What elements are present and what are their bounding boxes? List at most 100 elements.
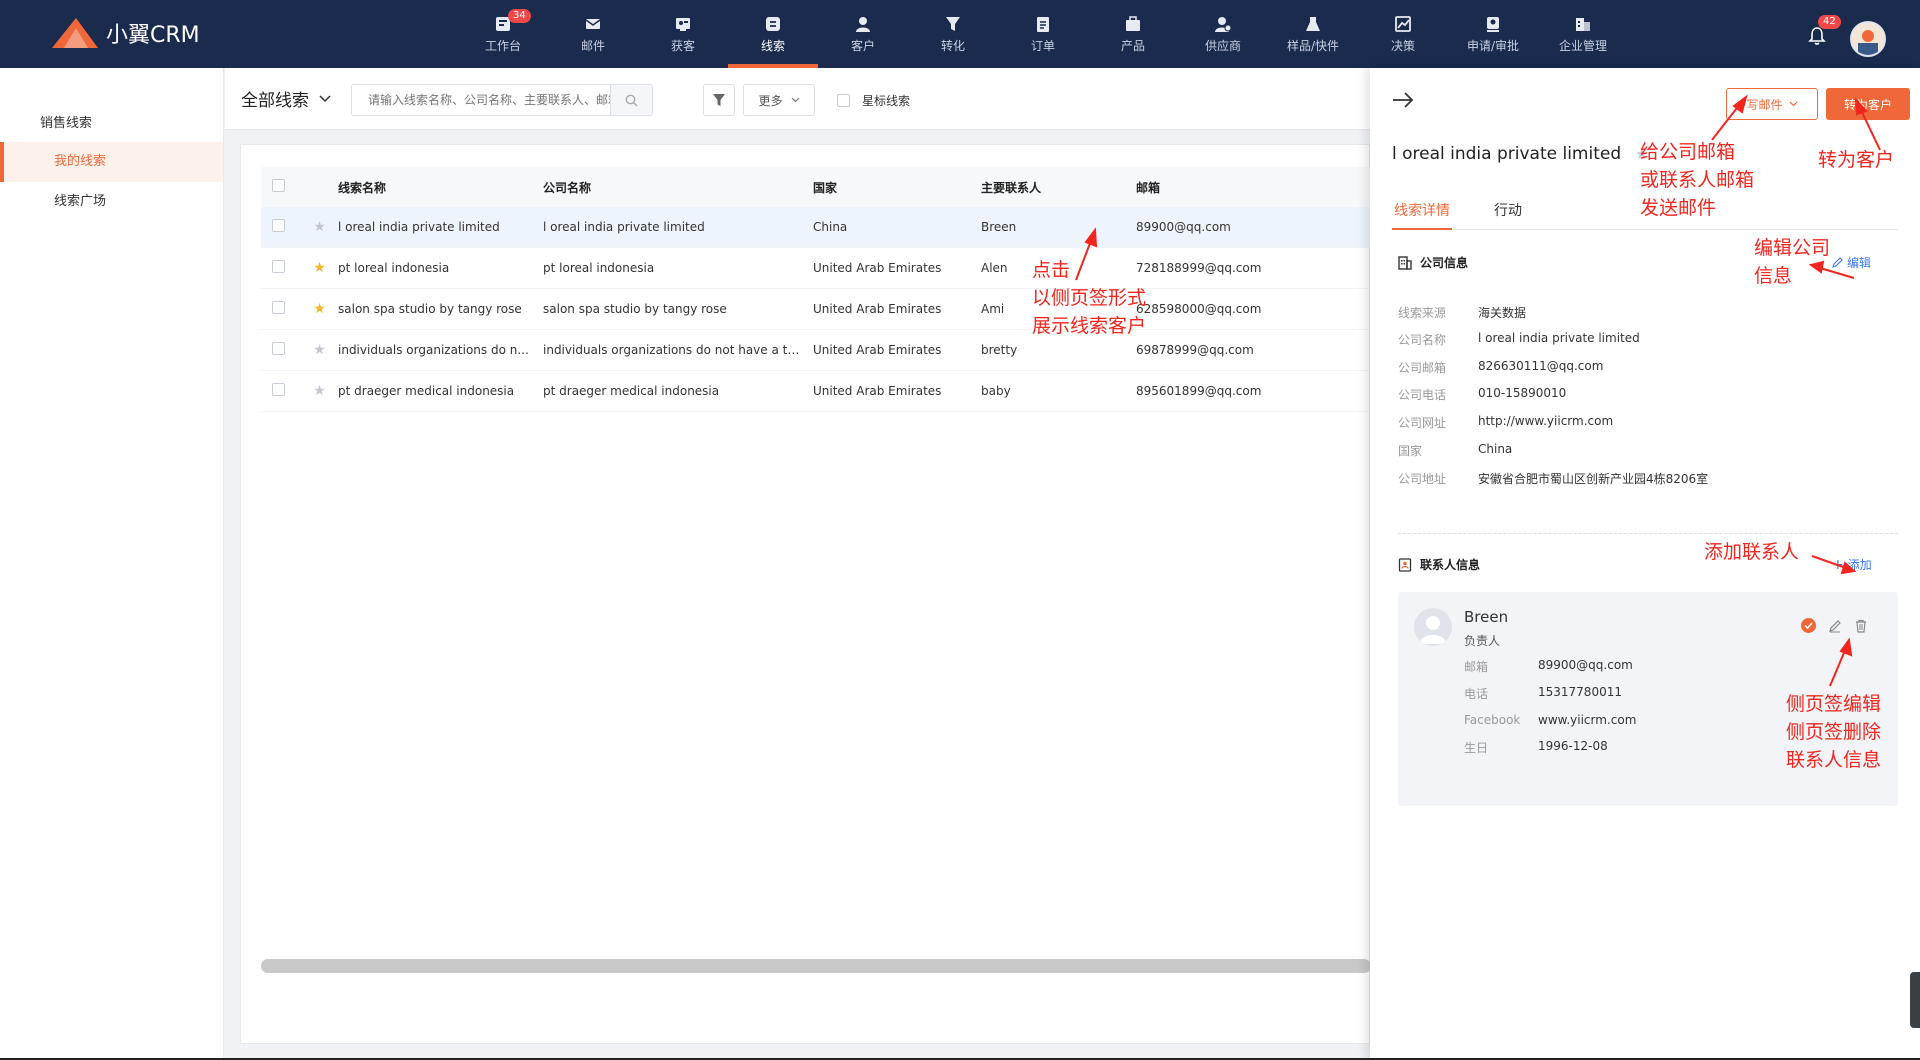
annotation-convert: 转为客户 <box>1818 146 1894 174</box>
tab-lead-detail[interactable]: 线索详情 <box>1392 200 1452 230</box>
table-row[interactable]: ★ pt loreal indonesia pt loreal indonesi… <box>261 248 1371 289</box>
star-filter-checkbox[interactable] <box>837 94 850 107</box>
nav-approval[interactable]: 申请/审批 <box>1448 0 1538 68</box>
add-contact-button[interactable]: + 添加 <box>1832 556 1872 573</box>
field-value[interactable]: http://www.yiicrm.com <box>1478 414 1613 431</box>
star-icon[interactable]: ★ <box>301 383 338 399</box>
nav-order[interactable]: 订单 <box>998 0 1088 68</box>
row-checkbox[interactable] <box>272 260 285 273</box>
lead-name[interactable]: pt draeger medical indonesia <box>338 384 543 398</box>
nav-enterprise[interactable]: 企业管理 <box>1538 0 1628 68</box>
delete-contact-icon[interactable] <box>1854 619 1868 633</box>
view-selector[interactable]: 全部线索 <box>241 86 331 111</box>
table-row[interactable]: ★ pt draeger medical indonesia pt draege… <box>261 371 1371 412</box>
section-divider <box>1398 533 1898 534</box>
notification-badge: 42 <box>1818 15 1841 29</box>
app-logo[interactable]: 小翼CRM <box>50 16 200 50</box>
table-header: 线索名称 公司名称 国家 主要联系人 邮箱 <box>261 167 1371 207</box>
star-filter[interactable]: 星标线索 <box>837 92 910 109</box>
column-header-lead-name[interactable]: 线索名称 <box>338 179 543 196</box>
star-icon[interactable]: ★ <box>301 219 338 235</box>
table-row[interactable]: ★ individuals organizations do n... indi… <box>261 330 1371 371</box>
convert-to-customer-button[interactable]: 转为客户 <box>1826 88 1910 120</box>
primary-contact-check-icon[interactable] <box>1801 618 1816 633</box>
nav-acquire[interactable]: 获客 <box>638 0 728 68</box>
user-avatar[interactable] <box>1850 21 1886 57</box>
email: 89900@qq.com <box>1136 220 1231 234</box>
lead-name[interactable]: l oreal india private limited <box>338 220 543 234</box>
notification-bell[interactable]: 42 <box>1808 15 1841 50</box>
lead-name[interactable]: salon spa studio by tangy rose <box>338 302 543 316</box>
star-icon[interactable]: ★ <box>301 260 338 276</box>
column-header-email[interactable]: 邮箱 <box>1136 179 1371 196</box>
close-drawer-button[interactable] <box>1392 92 1414 112</box>
nav-label: 线索 <box>760 38 785 53</box>
nav-decision[interactable]: 决策 <box>1358 0 1448 68</box>
select-all-checkbox[interactable] <box>272 179 285 192</box>
nav-conversion[interactable]: 转化 <box>908 0 998 68</box>
nav-label: 邮件 <box>580 38 605 53</box>
order-icon <box>1037 16 1049 32</box>
lead-name[interactable]: pt loreal indonesia <box>338 261 543 275</box>
more-label: 更多 <box>758 93 783 108</box>
company-field-name: 公司名称 l oreal india private limited <box>1398 331 1640 348</box>
annotation-line: 点击 <box>1032 259 1071 281</box>
nav-product[interactable]: 产品 <box>1088 0 1178 68</box>
row-checkbox[interactable] <box>272 342 285 355</box>
sidebar-item-lead-square[interactable]: 线索广场 <box>0 182 223 222</box>
sidebar-group-title: 销售线索 <box>40 116 93 131</box>
nav-workbench[interactable]: 工作台 34 <box>458 0 548 68</box>
table-row[interactable]: ★ l oreal india private limited l oreal … <box>261 207 1371 248</box>
search-input[interactable] <box>352 85 611 115</box>
write-mail-button[interactable]: 写邮件 <box>1726 88 1818 120</box>
nav-sample[interactable]: 样品/快件 <box>1268 0 1358 68</box>
row-checkbox[interactable] <box>272 383 285 396</box>
annotation-line: 转为客户 <box>1818 149 1895 171</box>
tab-actions[interactable]: 行动 <box>1492 200 1524 230</box>
star-icon[interactable]: ★ <box>301 342 338 358</box>
nav-leads[interactable]: 线索 <box>728 0 818 68</box>
search-button[interactable] <box>610 85 652 115</box>
row-checkbox[interactable] <box>272 219 285 232</box>
annotation-edit-company: 编辑公司 信息 <box>1754 234 1830 290</box>
sidebar-item-my-leads[interactable]: 我的线索 <box>0 142 223 182</box>
filter-button[interactable] <box>703 84 735 116</box>
annotation-line: 联系人信息 <box>1786 749 1882 771</box>
table-row[interactable]: ★ salon spa studio by tangy rose salon s… <box>261 289 1371 330</box>
annotation-line: 侧页签编辑 <box>1786 693 1882 715</box>
more-dropdown[interactable]: 更多 <box>743 84 815 116</box>
field-key: 电话 <box>1464 687 1489 701</box>
field-value: 1996-12-08 <box>1538 739 1608 753</box>
field-value: China <box>1478 442 1513 456</box>
column-header-contact[interactable]: 主要联系人 <box>981 179 1136 196</box>
scroll-handle[interactable] <box>1910 972 1920 1028</box>
field-value: 安徽省合肥市蜀山区创新产业园4栋8206室 <box>1478 472 1709 486</box>
approval-icon <box>1487 16 1499 32</box>
column-header-country[interactable]: 国家 <box>813 179 981 196</box>
horizontal-scrollbar[interactable] <box>261 959 1371 973</box>
annotation-line: 添加联系人 <box>1704 541 1800 563</box>
edit-contact-icon[interactable] <box>1828 619 1842 633</box>
company-field-address: 公司地址 安徽省合肥市蜀山区创新产业园4栋8206室 <box>1398 470 1708 487</box>
contact-actions <box>1801 618 1868 633</box>
column-header-company[interactable]: 公司名称 <box>543 179 813 196</box>
row-checkbox[interactable] <box>272 301 285 314</box>
chevron-down-icon <box>791 97 799 103</box>
nav-customer[interactable]: 客户 <box>818 0 908 68</box>
company-field-phone: 公司电话 010-15890010 <box>1398 386 1566 403</box>
field-key: 线索来源 <box>1398 306 1447 320</box>
lead-name[interactable]: individuals organizations do n... <box>338 343 543 357</box>
enterprise-icon <box>1576 17 1590 31</box>
annotation-line: 以侧页签形式 <box>1032 287 1147 309</box>
star-icon[interactable]: ★ <box>301 301 338 317</box>
company-field-email: 公司邮箱 826630111@qq.com <box>1398 359 1603 376</box>
nav-mail[interactable]: 邮件 <box>548 0 638 68</box>
email: 728188999@qq.com <box>1136 261 1262 275</box>
annotation-line: 展示线索客户 <box>1032 315 1147 337</box>
field-key: 邮箱 <box>1464 660 1489 674</box>
contact-field-email: 邮箱 89900@qq.com <box>1464 658 1633 675</box>
nav-supplier[interactable]: 供应商 <box>1178 0 1268 68</box>
edit-company-button[interactable]: 编辑 <box>1832 254 1871 271</box>
contact-section-title: 联系人信息 <box>1398 556 1480 573</box>
field-key: 公司网址 <box>1398 416 1447 430</box>
